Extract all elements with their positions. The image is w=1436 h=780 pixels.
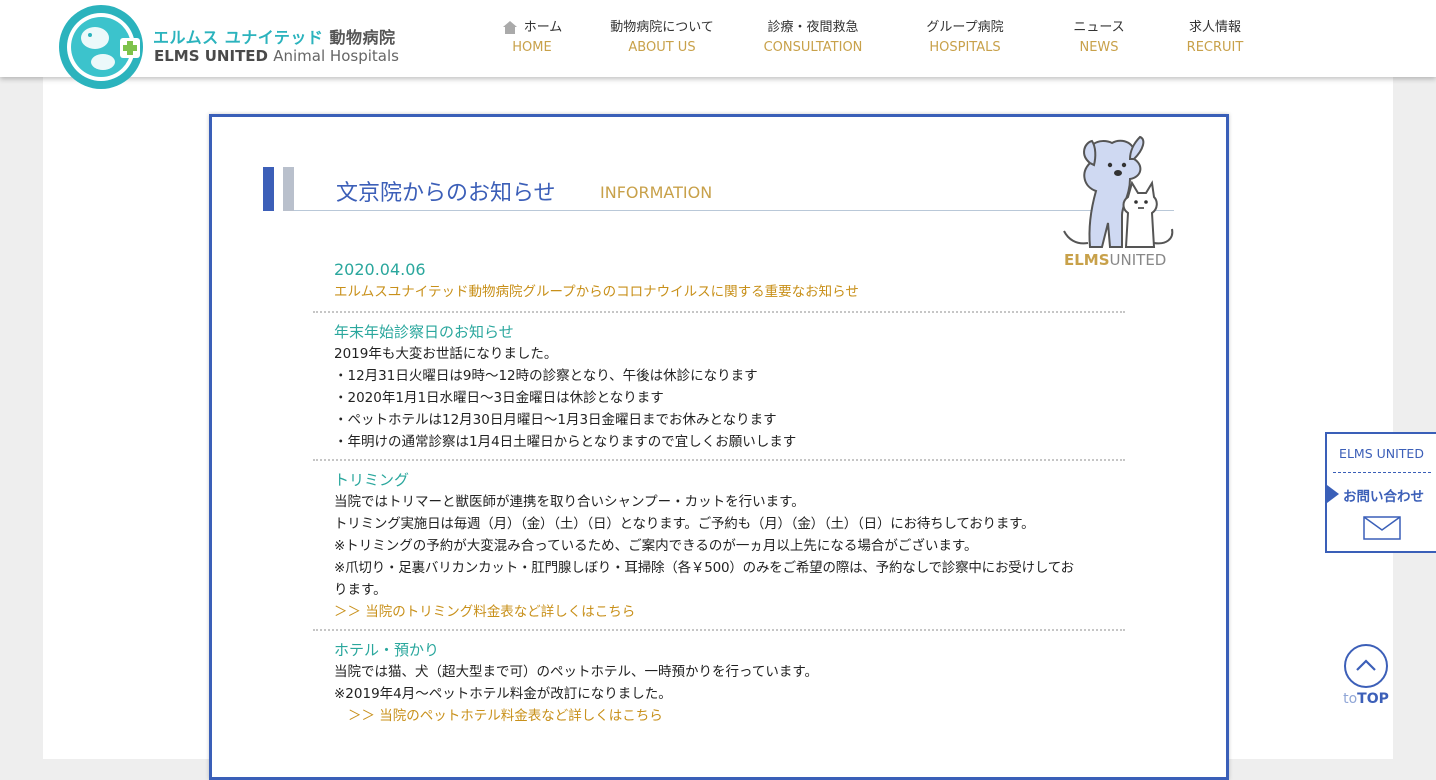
nav-recruit-jp: 求人情報	[1188, 20, 1241, 35]
news-line: トリミング実施日は毎週（月）（金）（土）（日）となります。ご予約も（月）（金）（…	[334, 516, 1035, 532]
news-line: ※爪切り・足裏バリカンカット・肛門腺しぼり・耳掃除（各￥500）のみをご希望の際…	[334, 560, 1074, 576]
site-header: エルムス ユナイテッド 動物病院 ELMS UNITED Animal Hosp…	[0, 0, 1436, 89]
news-line: ・年明けの通常診察は1月4日土曜日からとなりますので宜しくお願いします	[334, 434, 797, 450]
news-line: ・2020年1月1日水曜日〜3日金曜日は休診となります	[334, 390, 664, 406]
news-list: 2020.04.06 エルムスユナイテッド動物病院グループからのコロナウイルスに…	[313, 257, 1125, 733]
hotel-price-link[interactable]: ＞＞ 当院のペットホテル料金表など詳しくはこちら	[334, 705, 1125, 727]
chevron-up-icon	[1344, 644, 1388, 688]
nav-news-en: NEWS	[1079, 40, 1119, 55]
nav-hospitals-en: HOSPITALS	[929, 40, 1001, 55]
news-line: ります。	[334, 582, 387, 598]
news-line: ・ペットホテルは12月30日月曜日〜1月3日金曜日までお休みとなります	[334, 412, 777, 428]
nav-home-en: HOME	[512, 40, 552, 55]
news-body: 当院では猫、犬（超大型まで可）のペットホテル、一時預かりを行っています。 ※20…	[334, 661, 1125, 727]
to-top-prefix: to	[1343, 691, 1358, 707]
dog-cat-mascot-icon	[1063, 135, 1174, 248]
news-date: 2020.04.06	[334, 260, 426, 279]
arrow-right-icon	[1327, 485, 1339, 503]
news-line: ※トリミングの予約が大変混み合っているため、ご案内できるのが一ヵ月以上先になる場…	[334, 538, 978, 554]
to-top-label: toTOP	[1342, 691, 1390, 707]
nav-item-about[interactable]: 動物病院について ABOUT US	[602, 18, 722, 58]
news-heading: 年末年始診察日のお知らせ	[334, 323, 514, 341]
news-body: 2019年も大変お世話になりました。 ・12月31日火曜日は9時〜12時の診察と…	[334, 343, 1125, 453]
nav-consultation-jp: 診療・夜間救急	[767, 20, 859, 35]
contact-tab[interactable]: ELMS UNITED お問い合わせ	[1325, 432, 1436, 553]
mail-icon	[1363, 516, 1401, 540]
nav-home-jp: ホーム	[523, 20, 563, 35]
news-line: ※2019年4月〜ペットホテル料金が改訂になりました。	[334, 686, 672, 702]
home-icon	[502, 21, 517, 34]
news-item: 2020.04.06 エルムスユナイテッド動物病院グループからのコロナウイルスに…	[313, 259, 1125, 313]
trimming-price-link[interactable]: ＞＞ 当院のトリミング料金表など詳しくはこちら	[334, 601, 1125, 623]
information-panel: 文京院からのお知らせ INFORMATION ELMSUNITED 2020.0…	[209, 114, 1229, 780]
nav-recruit-en: RECRUIT	[1186, 40, 1244, 55]
nav-item-hospitals[interactable]: グループ病院 HOSPITALS	[915, 18, 1015, 58]
nav-about-en: ABOUT US	[628, 40, 696, 55]
logo-emblem-icon	[59, 5, 143, 89]
news-body: 当院ではトリマーと獣医師が連携を取り合いシャンプー・カットを行います。 トリミン…	[334, 491, 1125, 623]
nav-news-jp: ニュース	[1073, 20, 1125, 35]
contact-brand: ELMS UNITED	[1339, 446, 1424, 461]
news-heading: トリミング	[334, 471, 410, 489]
news-line: 2019年も大変お世話になりました。	[334, 346, 558, 362]
nav-home-jp-row: ホーム	[488, 18, 576, 38]
nav-consultation-en: CONSULTATION	[763, 40, 863, 55]
title-accent-bar-grey	[283, 167, 294, 211]
contact-divider	[1333, 472, 1431, 473]
nav-about-jp: 動物病院について	[610, 20, 714, 35]
nav-item-consultation[interactable]: 診療・夜間救急 CONSULTATION	[753, 18, 873, 58]
to-top-text: TOP	[1357, 691, 1389, 707]
nav-item-news[interactable]: ニュース NEWS	[1059, 18, 1139, 58]
news-item: ホテル・預かり 当院では猫、犬（超大型まで可）のペットホテル、一時預かりを行って…	[313, 639, 1125, 727]
section-subtitle: INFORMATION	[600, 183, 713, 202]
news-item: トリミング 当院ではトリマーと獣医師が連携を取り合いシャンプー・カットを行います…	[313, 469, 1125, 631]
title-underline	[294, 210, 1174, 211]
to-top-button[interactable]: toTOP	[1342, 643, 1390, 713]
contact-label: お問い合わせ	[1343, 489, 1424, 505]
news-line: 当院ではトリマーと獣医師が連携を取り合いシャンプー・カットを行います。	[334, 494, 805, 510]
title-accent-bar	[263, 167, 274, 211]
nav-item-recruit[interactable]: 求人情報 RECRUIT	[1175, 18, 1255, 58]
nav-item-home[interactable]: ホーム HOME	[488, 18, 576, 58]
news-line: ・12月31日火曜日は9時〜12時の診察となり、午後は休診になります	[334, 368, 758, 384]
news-heading: ホテル・預かり	[334, 641, 440, 659]
main-nav: ホーム HOME 動物病院について ABOUT US 診療・夜間救急 CONSU…	[0, 18, 1436, 63]
news-link[interactable]: エルムスユナイテッド動物病院グループからのコロナウイルスに関する重要なお知らせ	[334, 281, 1125, 303]
news-line: 当院では猫、犬（超大型まで可）のペットホテル、一時預かりを行っています。	[334, 664, 818, 680]
nav-hospitals-jp: グループ病院	[926, 20, 1004, 35]
news-item: 年末年始診察日のお知らせ 2019年も大変お世話になりました。 ・12月31日火…	[313, 321, 1125, 461]
section-title: 文京院からのお知らせ	[336, 181, 556, 206]
